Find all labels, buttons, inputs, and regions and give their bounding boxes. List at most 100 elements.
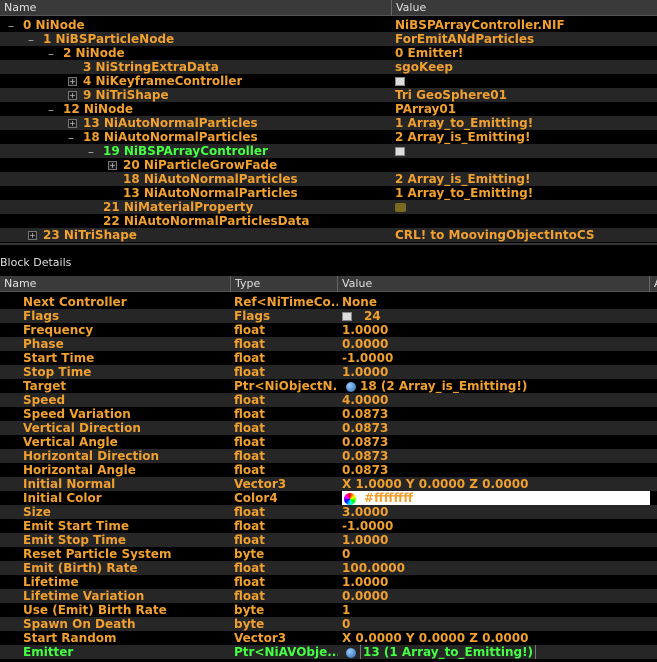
tree-row[interactable]: –19 NiBSPArrayController <box>0 144 657 159</box>
detail-value[interactable]: 24 <box>342 309 650 323</box>
detail-row[interactable]: Speed float 4.0000 <box>0 393 657 407</box>
expand-toggle-icon[interactable]: + <box>28 231 37 240</box>
details-col-extra[interactable]: A <box>650 276 657 292</box>
tree-node-label[interactable]: 4 NiKeyframeController <box>83 74 242 88</box>
flag-icon[interactable] <box>342 312 352 321</box>
detail-row[interactable]: Next Controller Ref<NiTimeCo... None <box>0 295 657 309</box>
detail-value[interactable]: 13 (1 Array_to_Emitting!) <box>346 645 654 659</box>
tree-node-label[interactable]: 12 NiNode <box>63 102 133 116</box>
detail-value[interactable]: 0.0000 <box>342 337 650 351</box>
collapse-toggle-icon[interactable]: – <box>48 47 54 61</box>
detail-value[interactable]: 0 <box>342 617 650 631</box>
detail-row[interactable]: Spawn On Death byte 0 <box>0 617 657 631</box>
tree-row[interactable]: 21 NiMaterialProperty <box>0 200 657 214</box>
collapse-toggle-icon[interactable]: – <box>68 131 74 145</box>
detail-value[interactable]: 0 <box>342 547 650 561</box>
detail-row[interactable]: Initial Color Color4 #ffffffff <box>0 491 657 505</box>
tree-row[interactable]: +20 NiParticleGrowFade <box>0 158 657 172</box>
detail-row[interactable]: Reset Particle System byte 0 <box>0 547 657 561</box>
collapse-toggle-icon[interactable]: – <box>88 145 94 159</box>
detail-value[interactable]: 0.0873 <box>342 463 650 477</box>
detail-row[interactable]: Phase float 0.0000 <box>0 337 657 351</box>
details-col-value[interactable]: Value <box>338 276 650 292</box>
detail-value[interactable]: #ffffffff <box>342 491 650 505</box>
detail-row[interactable]: Horizontal Direction float 0.0873 <box>0 449 657 463</box>
expand-toggle-icon[interactable]: + <box>108 161 117 170</box>
tree-node-label[interactable]: 18 NiAutoNormalParticles <box>83 130 258 144</box>
link-icon[interactable] <box>346 381 356 392</box>
detail-value[interactable]: 18 (2 Array_is_Emitting!) <box>346 379 654 393</box>
detail-value[interactable]: 1.0000 <box>342 575 650 589</box>
detail-value[interactable]: 0.0000 <box>342 589 650 603</box>
detail-value[interactable]: None <box>342 295 650 309</box>
detail-row[interactable]: Emit (Birth) Rate float 100.0000 <box>0 561 657 575</box>
detail-value[interactable]: 1 <box>342 603 650 617</box>
tree-node-label[interactable]: 1 NiBSParticleNode <box>43 32 174 46</box>
tree-row[interactable]: 3 NiStringExtraData sgoKeep <box>0 60 657 74</box>
tree-node-label[interactable]: 0 NiNode <box>23 18 85 32</box>
tree-row[interactable]: +9 NiTriShape Tri GeoSphere01 <box>0 88 657 102</box>
tree-col-name[interactable]: Name <box>0 0 392 16</box>
detail-value[interactable]: X 0.0000 Y 0.0000 Z 0.0000 <box>342 631 650 645</box>
tree-node-label[interactable]: 21 NiMaterialProperty <box>103 200 253 214</box>
detail-row[interactable]: Emit Start Time float -1.0000 <box>0 519 657 533</box>
detail-value[interactable]: 1.0000 <box>342 365 650 379</box>
tree-row[interactable]: –2 NiNode 0 Emitter! <box>0 46 657 61</box>
detail-row[interactable]: Lifetime Variation float 0.0000 <box>0 589 657 603</box>
tree-row[interactable]: 18 NiAutoNormalParticles 2 Array_is_Emitt… <box>0 172 657 186</box>
detail-row[interactable]: Target Ptr<NiObjectN... 18 (2 Array_is_Emi… <box>0 379 657 393</box>
detail-row[interactable]: Use (Emit) Birth Rate byte 1 <box>0 603 657 617</box>
tree-row[interactable]: 13 NiAutoNormalParticles 1 Array_to_Emitt… <box>0 186 657 200</box>
tree-node-label[interactable]: 13 NiAutoNormalParticles <box>123 186 298 200</box>
detail-value[interactable]: 3.0000 <box>342 505 650 519</box>
tree-node-label[interactable]: 2 NiNode <box>63 46 125 60</box>
detail-value[interactable]: 0.0873 <box>342 407 650 421</box>
tree-row[interactable]: –12 NiNode PArray01 <box>0 102 657 117</box>
detail-value[interactable]: 0.0873 <box>342 435 650 449</box>
detail-value[interactable]: 0.0873 <box>342 421 650 435</box>
collapse-toggle-icon[interactable]: – <box>48 103 54 117</box>
tree-node-label[interactable]: 3 NiStringExtraData <box>83 60 219 74</box>
detail-value[interactable]: -1.0000 <box>342 519 650 533</box>
detail-row[interactable]: Start Random Vector3 X 0.0000 Y 0.0000 Z 0… <box>0 631 657 645</box>
detail-row[interactable]: Emitter Ptr<NiAVObje... 13 (1 Array_to_Emi… <box>0 645 657 659</box>
tree-node-label[interactable]: 23 NiTriShape <box>43 228 137 242</box>
expand-toggle-icon[interactable]: + <box>68 119 77 128</box>
detail-row[interactable]: Flags Flags 24 <box>0 309 657 323</box>
detail-value[interactable]: 4.0000 <box>342 393 650 407</box>
detail-row[interactable]: Size float 3.0000 <box>0 505 657 519</box>
detail-row[interactable]: Stop Time float 1.0000 <box>0 365 657 379</box>
tree-row[interactable]: –1 NiBSParticleNode ForEmitANdParticles <box>0 32 657 47</box>
tree-node-label[interactable]: 19 NiBSPArrayController <box>103 144 268 158</box>
tree-node-label[interactable]: 9 NiTriShape <box>83 88 169 102</box>
tree-row[interactable]: –0 NiNode NiBSPArrayController.NIF <box>0 18 657 33</box>
details-col-name[interactable]: Name <box>0 276 231 292</box>
tree-node-label[interactable]: 22 NiAutoNormalParticlesData <box>103 214 310 228</box>
detail-row[interactable]: Initial Normal Vector3 X 1.0000 Y 0.0000 Z… <box>0 477 657 491</box>
detail-row[interactable]: Frequency float 1.0000 <box>0 323 657 337</box>
tree-node-label[interactable]: 20 NiParticleGrowFade <box>123 158 277 172</box>
tree-row[interactable]: +23 NiTriShape CRL! to MoovingObjectIntoC… <box>0 228 657 242</box>
detail-row[interactable]: Speed Variation float 0.0873 <box>0 407 657 421</box>
detail-value[interactable]: 0.0873 <box>342 449 650 463</box>
detail-row[interactable]: Start Time float -1.0000 <box>0 351 657 365</box>
detail-row[interactable]: Vertical Direction float 0.0873 <box>0 421 657 435</box>
tree-row[interactable]: +4 NiKeyframeController <box>0 74 657 88</box>
details-col-type[interactable]: Type <box>231 276 338 292</box>
collapse-toggle-icon[interactable]: – <box>28 33 34 47</box>
color-picker-icon[interactable] <box>344 492 356 505</box>
expand-toggle-icon[interactable]: + <box>68 91 77 100</box>
detail-value[interactable]: -1.0000 <box>342 351 650 365</box>
tree-node-label[interactable]: 13 NiAutoNormalParticles <box>83 116 258 130</box>
detail-row[interactable]: Lifetime float 1.0000 <box>0 575 657 589</box>
tree-row[interactable]: 22 NiAutoNormalParticlesData <box>0 214 657 228</box>
collapse-toggle-icon[interactable]: – <box>8 19 14 33</box>
detail-value[interactable]: 1.0000 <box>342 323 650 337</box>
tree-node-label[interactable]: 18 NiAutoNormalParticles <box>123 172 298 186</box>
detail-value[interactable]: 1.0000 <box>342 533 650 547</box>
detail-row[interactable]: Vertical Angle float 0.0873 <box>0 435 657 449</box>
expand-toggle-icon[interactable]: + <box>68 77 77 86</box>
tree-row[interactable]: +13 NiAutoNormalParticles 1 Array_to_Emit… <box>0 116 657 130</box>
pane-splitter[interactable] <box>0 243 657 245</box>
detail-row[interactable]: Emit Stop Time float 1.0000 <box>0 533 657 547</box>
